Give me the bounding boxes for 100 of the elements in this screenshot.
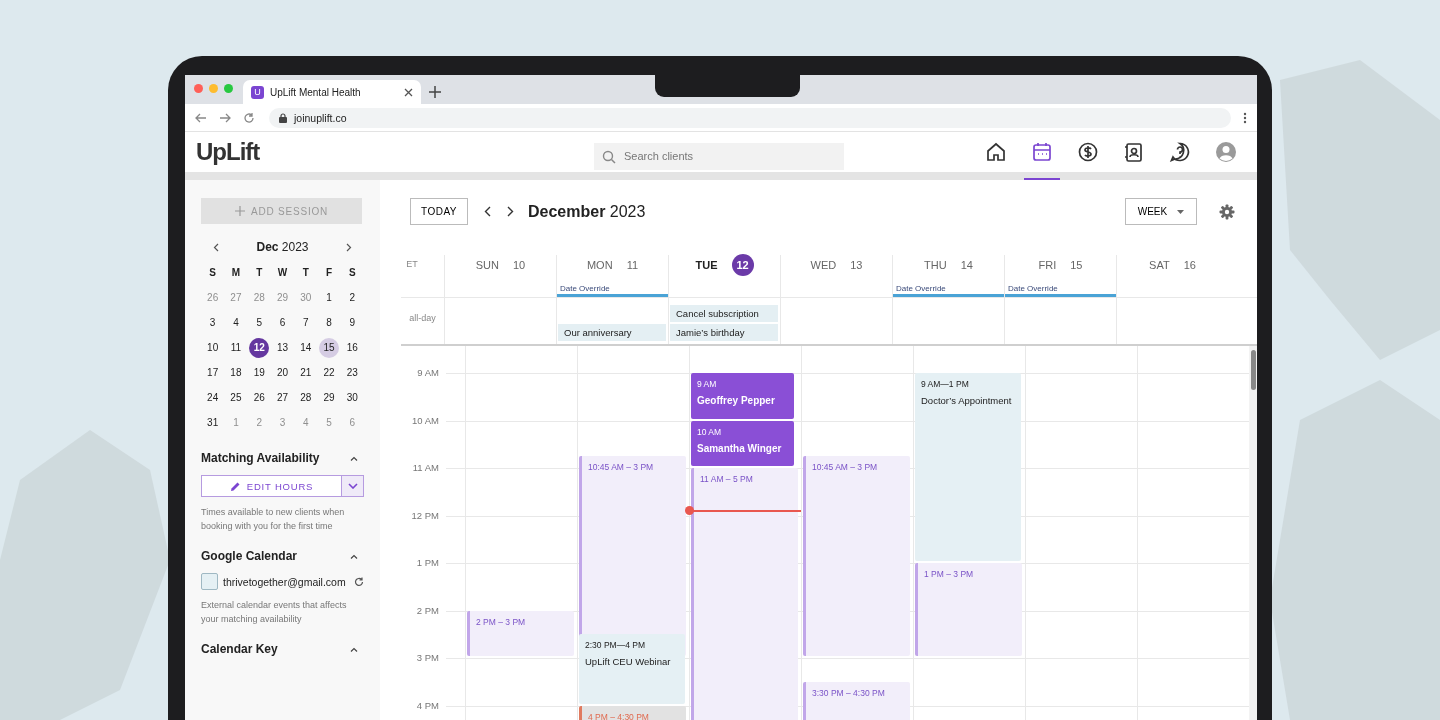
- weekday-label: FRI: [1038, 259, 1057, 271]
- caret-icon: [1177, 209, 1185, 214]
- weekday-label: SAT: [1149, 259, 1170, 271]
- calendar-day[interactable]: 3: [202, 312, 223, 333]
- calendar-title: December 2023: [528, 202, 646, 221]
- calendar-day[interactable]: 13: [272, 337, 293, 358]
- calendar-day[interactable]: 14: [295, 337, 316, 358]
- calendar-day[interactable]: 4: [225, 312, 246, 333]
- account-email: thrivetogether@gmail.com: [223, 575, 347, 588]
- session-event[interactable]: 10 AM Samantha Winger: [691, 420, 794, 466]
- calendar-event[interactable]: 9 AM—1 PM Doctor’s Appointment: [915, 373, 1021, 561]
- weekday-label: T: [301, 266, 310, 280]
- timezone-label: ET: [406, 259, 418, 269]
- calendar-day[interactable]: 25: [225, 387, 246, 408]
- calendar-day[interactable]: 6: [272, 312, 293, 333]
- calendar-day[interactable]: 23: [342, 362, 363, 383]
- calendar-day[interactable]: 29: [319, 387, 340, 408]
- search-icon: [602, 149, 616, 164]
- chevron-icon[interactable]: [350, 553, 358, 559]
- calendar-day[interactable]: 15: [319, 337, 340, 358]
- date-number[interactable]: 16: [1183, 259, 1196, 271]
- calendar-day[interactable]: 20: [272, 362, 293, 383]
- calendar-day[interactable]: 11: [225, 337, 246, 358]
- availability-block[interactable]: 3:30 PM – 4:30 PM: [803, 681, 910, 720]
- browser-tab[interactable]: U UpLift Mental Health: [243, 80, 421, 104]
- hour-label: 1 PM: [416, 557, 439, 568]
- today-button[interactable]: TODAY: [410, 198, 468, 225]
- calendar-day[interactable]: 28: [295, 387, 316, 408]
- chevron-icon[interactable]: [350, 646, 358, 652]
- weekday-label: MON: [586, 259, 613, 271]
- edit-hours-button[interactable]: EDIT HOURS: [201, 475, 342, 497]
- calendar-day[interactable]: 22: [319, 362, 340, 383]
- calendar-day[interactable]: 31: [202, 412, 223, 433]
- date-number[interactable]: 11: [626, 259, 639, 271]
- session-event[interactable]: 9 AM Geoffrey Pepper: [691, 373, 794, 419]
- availability-block[interactable]: 10:45 AM – 3 PM: [803, 456, 910, 656]
- weekday-label: SUN: [475, 259, 499, 271]
- selected-tab-indicator: [1024, 178, 1060, 180]
- calendar-day[interactable]: 9: [342, 312, 363, 333]
- calendar-day[interactable]: 5: [249, 312, 270, 333]
- all-day-event[interactable]: Our anniversary: [558, 324, 666, 341]
- calendar-day[interactable]: 10: [202, 337, 223, 358]
- calendar-day[interactable]: 26: [249, 387, 270, 408]
- caret-icon: [347, 483, 358, 489]
- previous-month-icon[interactable]: [213, 242, 219, 252]
- search-field[interactable]: Search clients: [594, 142, 844, 170]
- calendar-day[interactable]: 24: [202, 387, 223, 408]
- favicon: U: [251, 85, 264, 99]
- checkbox[interactable]: [201, 573, 218, 590]
- weekday-label: THU: [924, 259, 947, 271]
- all-day-label: all-day: [409, 313, 436, 323]
- next-week-icon[interactable]: [507, 206, 514, 217]
- availability-block[interactable]: 11 AM – 5 PM: [691, 468, 798, 720]
- next-month-icon[interactable]: [346, 242, 352, 252]
- calendar-event[interactable]: 2:30 PM—4 PM UpLift CEU Webinar: [579, 634, 685, 704]
- calendar-day[interactable]: 30: [342, 387, 363, 408]
- date-override-bar: Date Override: [893, 284, 1004, 297]
- all-day-event[interactable]: Cancel subscription: [670, 305, 778, 322]
- previous-week-icon[interactable]: [484, 206, 491, 217]
- weekday-label: T: [255, 266, 264, 280]
- availability-block[interactable]: 2 PM – 3 PM: [467, 610, 574, 656]
- availability-block[interactable]: 1 PM – 3 PM: [915, 563, 1022, 656]
- calendar-day[interactable]: 16: [342, 337, 363, 358]
- tab-title: UpLift Mental Health: [270, 86, 362, 98]
- calendar-day[interactable]: 21: [295, 362, 316, 383]
- date-number[interactable]: 12: [731, 254, 754, 276]
- calendar-day[interactable]: 1: [319, 287, 340, 308]
- date-number[interactable]: 10: [513, 259, 526, 271]
- reload-icon[interactable]: [243, 111, 255, 124]
- calendar-day[interactable]: 27: [272, 387, 293, 408]
- back-icon[interactable]: [195, 111, 207, 124]
- date-number[interactable]: 15: [1070, 259, 1083, 271]
- logo[interactable]: UpLift: [196, 138, 594, 166]
- date-number[interactable]: 14: [960, 259, 973, 271]
- settings-icon[interactable]: [1219, 203, 1235, 220]
- address-bar[interactable]: joinuplift.co: [269, 107, 1231, 128]
- chevron-icon[interactable]: [350, 455, 358, 461]
- weekday-label: M: [230, 266, 242, 280]
- section-description: Times available to new clients when booking with you for the first time: [201, 506, 346, 533]
- section-description: External calendar events that affects your matching availability: [201, 599, 348, 626]
- date-number[interactable]: 13: [850, 259, 863, 271]
- calendar-day[interactable]: 17: [202, 362, 223, 383]
- weekday-label: WED: [810, 259, 837, 271]
- calendar-day[interactable]: 7: [295, 312, 316, 333]
- menu-icon[interactable]: [1243, 111, 1247, 124]
- calendar-day[interactable]: 12: [249, 337, 270, 358]
- all-day-event[interactable]: Jamie’s birthday: [670, 324, 778, 341]
- section-title: Calendar Key: [201, 642, 278, 656]
- calendar-day[interactable]: 8: [319, 312, 340, 333]
- month-title: Dec 2023: [256, 240, 309, 254]
- view-dropdown[interactable]: WEEK: [1125, 198, 1197, 225]
- calendar-day[interactable]: 2: [342, 287, 363, 308]
- dropdown-button[interactable]: [342, 475, 364, 497]
- hour-label: 11 AM: [412, 462, 439, 473]
- forward-icon[interactable]: [219, 111, 231, 124]
- calendar-day[interactable]: 18: [225, 362, 246, 383]
- new-tab-icon[interactable]: [429, 86, 441, 98]
- refresh-icon[interactable]: [354, 576, 364, 587]
- close-icon[interactable]: [404, 87, 413, 97]
- calendar-day[interactable]: 19: [249, 362, 270, 383]
